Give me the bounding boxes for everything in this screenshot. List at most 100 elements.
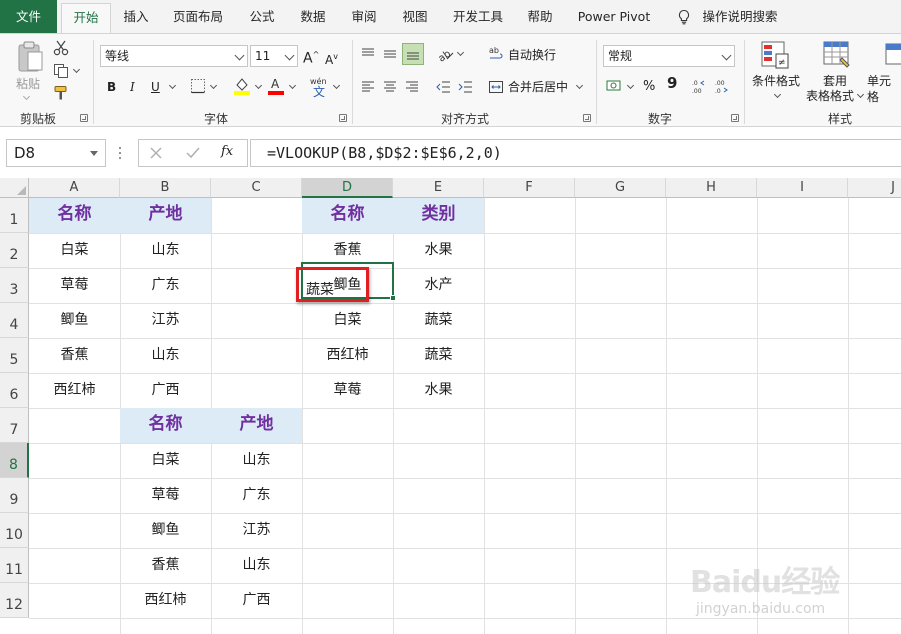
- tell-me-search[interactable]: 操作说明搜索: [696, 0, 784, 33]
- fill-color-icon[interactable]: [233, 76, 251, 96]
- border-icon[interactable]: [190, 78, 206, 94]
- column-header-i[interactable]: I: [757, 178, 848, 198]
- merge-center-icon[interactable]: [488, 79, 504, 95]
- table2-cell[interactable]: 草莓: [302, 373, 393, 407]
- row-header-6[interactable]: 6: [0, 373, 29, 408]
- tab-view[interactable]: 视图: [393, 0, 437, 33]
- format-as-table-icon[interactable]: [822, 40, 852, 70]
- table2-cell[interactable]: 蔬菜: [393, 303, 484, 337]
- copy-icon[interactable]: [53, 63, 69, 79]
- column-header-g[interactable]: G: [575, 178, 666, 198]
- row-header-3[interactable]: 3: [0, 268, 29, 303]
- chevron-down-icon[interactable]: [721, 50, 732, 61]
- number-launcher-icon[interactable]: [731, 114, 739, 122]
- cell-styles-icon[interactable]: [884, 40, 901, 70]
- tab-developer[interactable]: 开发工具: [444, 0, 512, 33]
- paste-button[interactable]: 粘贴: [16, 76, 40, 92]
- column-header-a[interactable]: A: [29, 178, 120, 198]
- worksheet-grid[interactable]: A B C D E F G H I J 1 2 3 4 5 6 7 8 9 10…: [0, 178, 901, 634]
- tab-insert[interactable]: 插入: [114, 0, 158, 33]
- row-header-1[interactable]: 1: [0, 198, 29, 233]
- clipboard-launcher-icon[interactable]: [80, 114, 88, 122]
- chevron-down-icon[interactable]: [234, 50, 245, 61]
- row-header-10[interactable]: 10: [0, 513, 29, 548]
- format-as-table-dropdown-icon[interactable]: [856, 90, 865, 99]
- tab-data[interactable]: 数据: [291, 0, 335, 33]
- font-size-combo[interactable]: 11: [250, 45, 298, 67]
- table3-cell[interactable]: 西红柿: [120, 583, 211, 617]
- row-header-7[interactable]: 7: [0, 408, 29, 443]
- merge-center-button[interactable]: 合并后居中: [508, 79, 568, 95]
- table3-cell[interactable]: 鲫鱼: [120, 513, 211, 547]
- table3-cell[interactable]: 白菜: [120, 443, 211, 477]
- format-as-table-label-1[interactable]: 套用: [823, 73, 847, 89]
- table1-header-origin[interactable]: 产地: [120, 198, 211, 233]
- table1-cell[interactable]: 山东: [120, 338, 211, 372]
- table2-cell[interactable]: 水果: [393, 233, 484, 267]
- table3-cell[interactable]: 江苏: [211, 513, 302, 547]
- tab-review[interactable]: 审阅: [342, 0, 386, 33]
- column-header-d[interactable]: D: [302, 178, 393, 198]
- row-header-11[interactable]: 11: [0, 548, 29, 583]
- column-header-f[interactable]: F: [484, 178, 575, 198]
- table3-cell[interactable]: 山东: [211, 548, 302, 582]
- paste-icon[interactable]: [14, 40, 46, 76]
- tab-help[interactable]: 帮助: [518, 0, 562, 33]
- font-name-combo[interactable]: 等线: [100, 45, 248, 67]
- table1-cell[interactable]: 草莓: [29, 268, 120, 302]
- tab-home[interactable]: 开始: [61, 3, 111, 34]
- tab-formulas[interactable]: 公式: [240, 0, 284, 33]
- table3-cell[interactable]: 山东: [211, 443, 302, 477]
- bold-button[interactable]: B: [107, 79, 116, 95]
- table1-cell[interactable]: 广西: [120, 373, 211, 407]
- column-header-h[interactable]: H: [666, 178, 757, 198]
- chevron-down-icon[interactable]: [90, 151, 98, 156]
- more-options-icon[interactable]: [117, 145, 123, 161]
- table1-cell[interactable]: 山东: [120, 233, 211, 267]
- font-color-icon[interactable]: A: [267, 76, 285, 96]
- fill-color-dropdown-icon[interactable]: [254, 81, 263, 90]
- formula-input[interactable]: =VLOOKUP(B8,$D$2:$E$6,2,0): [250, 139, 901, 167]
- conditional-dropdown-icon[interactable]: [773, 90, 782, 99]
- cancel-icon[interactable]: [149, 146, 163, 160]
- increase-indent-icon[interactable]: [458, 79, 474, 95]
- column-header-e[interactable]: E: [393, 178, 484, 198]
- merge-dropdown-icon[interactable]: [575, 81, 584, 90]
- name-box[interactable]: D8: [6, 139, 106, 167]
- table3-header-name[interactable]: 名称: [120, 408, 211, 443]
- phonetic-char[interactable]: 文: [313, 84, 325, 100]
- orientation-icon[interactable]: ab: [436, 45, 454, 63]
- row-header-8[interactable]: 8: [0, 443, 29, 478]
- align-middle-icon[interactable]: [382, 46, 398, 62]
- table3-cell[interactable]: 广西: [211, 583, 302, 617]
- wrap-text-icon[interactable]: ab: [488, 45, 504, 63]
- italic-button[interactable]: I: [130, 79, 135, 95]
- percent-button[interactable]: %: [643, 79, 655, 95]
- table3-header-origin[interactable]: 产地: [211, 408, 302, 443]
- conditional-formatting-button[interactable]: 条件格式: [752, 73, 800, 89]
- alignment-launcher-icon[interactable]: [583, 114, 591, 122]
- orientation-dropdown-icon[interactable]: [456, 48, 465, 57]
- tab-power-pivot[interactable]: Power Pivot: [572, 0, 656, 33]
- align-left-icon[interactable]: [360, 79, 376, 95]
- row-header-9[interactable]: 9: [0, 478, 29, 513]
- enter-check-icon[interactable]: [185, 146, 201, 160]
- table1-cell[interactable]: 西红柿: [29, 373, 120, 407]
- table2-cell[interactable]: 白菜: [302, 303, 393, 337]
- row-header-5[interactable]: 5: [0, 338, 29, 373]
- select-all-button[interactable]: [0, 178, 29, 198]
- table2-header-category[interactable]: 类别: [393, 198, 484, 233]
- row-header-2[interactable]: 2: [0, 233, 29, 268]
- cut-icon[interactable]: [53, 40, 69, 56]
- format-painter-icon[interactable]: [53, 85, 69, 101]
- accounting-dropdown-icon[interactable]: [626, 81, 635, 90]
- align-center-icon[interactable]: [382, 79, 398, 95]
- table1-cell[interactable]: 白菜: [29, 233, 120, 267]
- column-header-j[interactable]: J: [848, 178, 901, 198]
- wrap-text-button[interactable]: 自动换行: [508, 47, 556, 63]
- font-launcher-icon[interactable]: [339, 114, 347, 122]
- underline-dropdown-icon[interactable]: [168, 81, 177, 90]
- table1-header-name[interactable]: 名称: [29, 198, 120, 233]
- table2-header-name[interactable]: 名称: [302, 198, 393, 233]
- font-color-dropdown-icon[interactable]: [288, 81, 297, 90]
